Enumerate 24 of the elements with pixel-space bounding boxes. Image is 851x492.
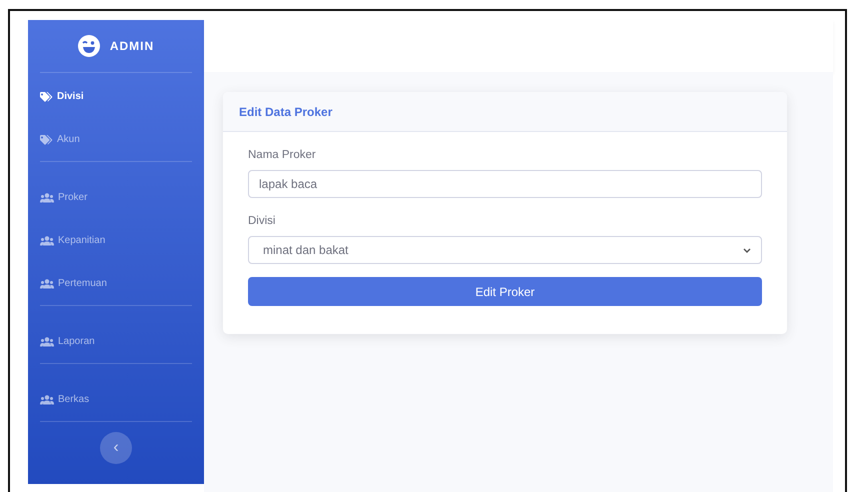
field-label: Divisi — [248, 215, 276, 227]
sidebar-item[interactable]: Kepanitian — [28, 219, 204, 262]
winking-face-icon — [78, 35, 100, 57]
users-icon — [40, 236, 54, 246]
sidebar-item[interactable]: Laporan — [28, 320, 204, 363]
chevron-down-icon — [743, 248, 751, 252]
tag-icon — [40, 134, 53, 144]
field-label: Nama Proker — [248, 149, 317, 161]
users-icon — [40, 278, 54, 288]
sidebar-item[interactable]: Divisi — [28, 75, 204, 118]
users-icon — [40, 336, 54, 346]
input-field[interactable]: lapak baca — [248, 170, 762, 198]
sidebar-item[interactable]: Berkas — [28, 378, 204, 421]
users-icon — [40, 192, 54, 202]
card-title: Edit Data Proker — [239, 104, 332, 118]
edit-proker-button[interactable]: Edit Proker — [248, 277, 762, 306]
users-icon — [40, 394, 54, 404]
select-field[interactable]: minat dan bakat — [248, 236, 762, 264]
sidebar-item[interactable]: Akun — [28, 118, 204, 161]
sidebar-toggle-button[interactable]: ‹ — [100, 432, 132, 464]
sidebar-item[interactable]: Pertemuan — [28, 262, 204, 305]
brand-title: ADMIN — [110, 39, 154, 53]
sidebar-item[interactable]: Proker — [28, 176, 204, 219]
tag-icon — [40, 92, 53, 102]
